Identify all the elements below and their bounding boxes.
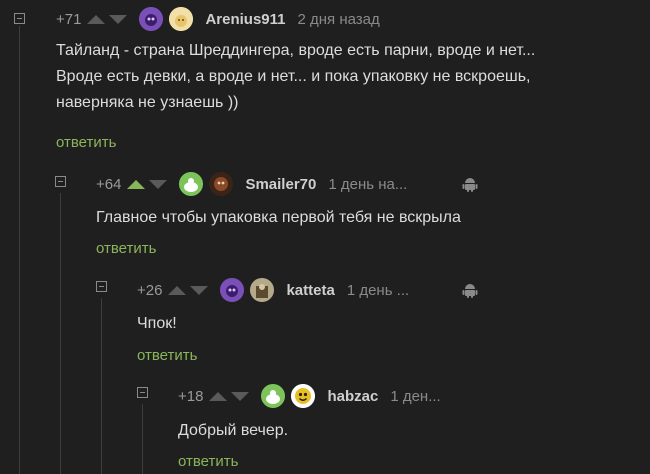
upvote-button[interactable] [209, 391, 228, 401]
collapse-button[interactable] [55, 176, 66, 187]
user-avatar[interactable] [291, 384, 316, 408]
badge-avatar [220, 278, 245, 302]
comment-time[interactable]: 1 день на... [328, 176, 407, 193]
comment-username[interactable]: Smailer70 [245, 176, 316, 193]
android-icon [462, 284, 478, 298]
user-avatar[interactable] [250, 278, 275, 302]
downvote-button[interactable] [149, 179, 168, 189]
comment-username[interactable]: katteta [286, 282, 334, 299]
comment-time[interactable]: 1 ден... [390, 388, 440, 405]
downvote-button[interactable] [190, 285, 209, 295]
reply-link[interactable]: ответить [137, 347, 197, 364]
upvote-button[interactable] [127, 179, 146, 189]
upvote-button[interactable] [168, 285, 187, 295]
thread-line [142, 404, 143, 474]
badge-avatar [261, 384, 286, 408]
android-icon [462, 178, 478, 192]
comment-username[interactable]: Arenius911 [205, 11, 285, 28]
user-avatar[interactable] [169, 7, 194, 31]
comment-rating: +64 [96, 175, 122, 193]
comment-text: Тайланд - страна Шреддингера, вроде есть… [56, 42, 536, 111]
comment-time[interactable]: 1 день ... [347, 282, 409, 299]
thread-line [60, 193, 61, 474]
upvote-button[interactable] [87, 14, 106, 24]
comment-text: Чпок! [137, 315, 177, 332]
reply-link[interactable]: ответить [96, 240, 156, 257]
comment-rating: +26 [137, 281, 163, 299]
downvote-button[interactable] [109, 14, 128, 24]
comment-time[interactable]: 2 дня назад [298, 11, 380, 28]
collapse-button[interactable] [14, 13, 25, 24]
comment-header: +71 Arenius911 2 дня назад [56, 7, 380, 31]
reply-link[interactable]: ответить [178, 453, 238, 470]
reply-link[interactable]: ответить [56, 134, 116, 151]
comment-header: +64 Smailer70 1 день на... [96, 172, 407, 196]
thread-line [19, 26, 20, 474]
comment-header: +18 habzac 1 ден... [178, 384, 441, 408]
comment-username[interactable]: habzac [327, 388, 378, 405]
comment-header: +26 katteta 1 день ... [137, 278, 409, 302]
comment-rating: +18 [178, 387, 204, 405]
collapse-button[interactable] [96, 281, 107, 292]
comment-text: Добрый вечер. [178, 422, 289, 439]
badge-avatar [139, 7, 164, 31]
user-avatar[interactable] [209, 172, 234, 196]
comment-rating: +71 [56, 10, 82, 28]
comment-text: Главное чтобы упаковка первой тебя не вс… [96, 209, 461, 226]
collapse-button[interactable] [137, 387, 148, 398]
downvote-button[interactable] [231, 391, 250, 401]
thread-line [101, 298, 102, 474]
badge-avatar [179, 172, 204, 196]
